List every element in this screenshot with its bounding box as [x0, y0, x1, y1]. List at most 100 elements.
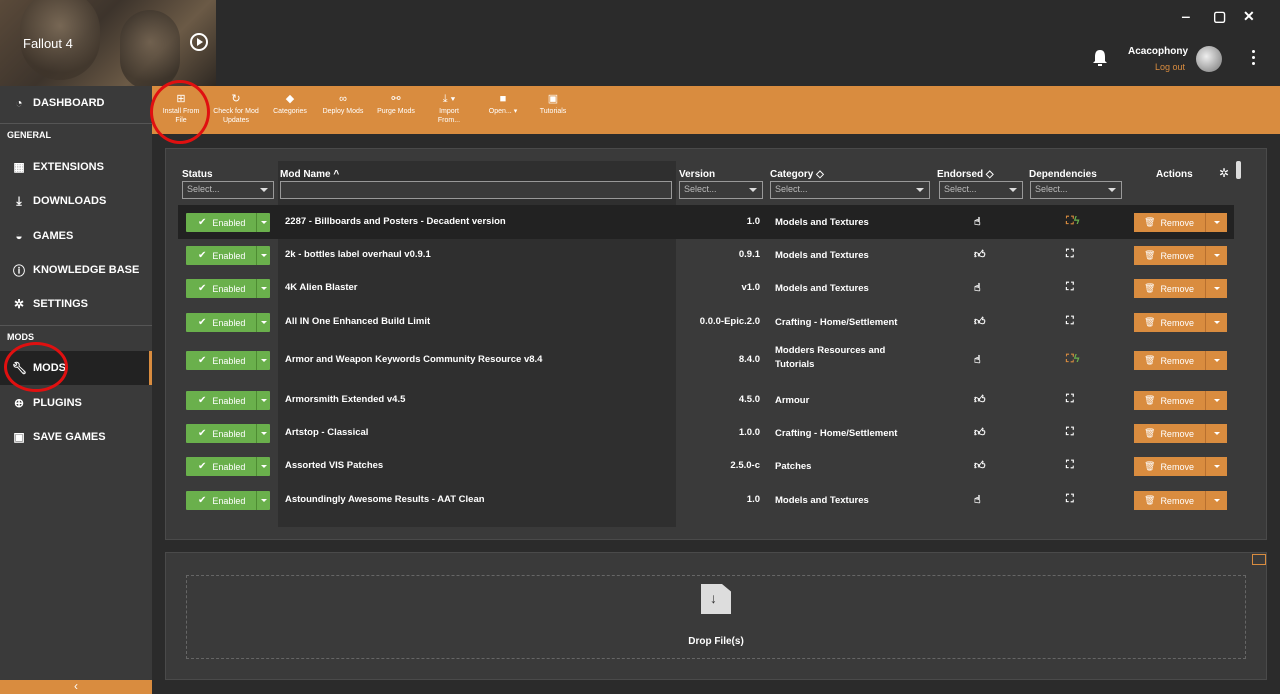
- table-scrollbar[interactable]: [1236, 161, 1241, 179]
- nav-extensions[interactable]: ▦ EXTENSIONS: [0, 150, 152, 184]
- status-toggle-button[interactable]: ✔ Enabled: [186, 213, 270, 232]
- thumbs-up-filled-icon[interactable]: 👍︎: [974, 459, 986, 472]
- dependencies-icon[interactable]: ⛶ϟ: [1066, 215, 1080, 228]
- chevron-down-icon[interactable]: [256, 351, 270, 370]
- dependencies-icon[interactable]: ⛶: [1066, 248, 1074, 261]
- chevron-down-icon[interactable]: [256, 313, 270, 332]
- chevron-down-icon[interactable]: [1205, 279, 1227, 298]
- table-row[interactable]: ✔ Enabled Assorted VIS Patches 2.5.0-c Patch…: [178, 449, 1234, 483]
- more-menu-icon[interactable]: [1252, 50, 1256, 68]
- chevron-down-icon[interactable]: [1205, 313, 1227, 332]
- chevron-down-icon[interactable]: [256, 457, 270, 476]
- collapse-sidebar-button[interactable]: ‹: [0, 680, 152, 694]
- logout-link[interactable]: Log out: [1155, 62, 1185, 72]
- nav-settings[interactable]: ✲ SETTINGS: [0, 287, 152, 321]
- chevron-down-icon[interactable]: [256, 213, 270, 232]
- dependencies-filter[interactable]: Select...: [1030, 181, 1122, 199]
- play-icon[interactable]: [190, 33, 208, 51]
- header-category[interactable]: Category ◇: [770, 169, 824, 180]
- check-updates-button[interactable]: ↻ Check for Mod Updates: [212, 92, 260, 125]
- thumbs-up-filled-icon[interactable]: 👍︎: [974, 426, 986, 439]
- chevron-down-icon[interactable]: [1205, 491, 1227, 510]
- nav-games[interactable]: ◒ GAMES: [0, 219, 152, 253]
- thumbs-up-outline-icon[interactable]: ☝︎: [974, 281, 981, 294]
- chevron-down-icon[interactable]: [256, 391, 270, 410]
- chevron-down-icon[interactable]: [1205, 351, 1227, 370]
- chevron-down-icon[interactable]: [256, 246, 270, 265]
- deploy-mods-button[interactable]: ∞ Deploy Mods: [318, 92, 368, 116]
- header-status[interactable]: Status: [182, 169, 213, 180]
- thumbs-up-filled-icon[interactable]: 👍︎: [974, 315, 986, 328]
- dependencies-icon[interactable]: ⛶: [1066, 426, 1074, 439]
- chevron-down-icon[interactable]: [256, 279, 270, 298]
- close-button[interactable]: ✕: [1243, 8, 1255, 25]
- thumbs-up-outline-icon[interactable]: ☝︎: [974, 353, 981, 366]
- table-row[interactable]: ✔ Enabled Artstop - Classical 1.0.0 Crafting…: [178, 416, 1234, 450]
- table-row[interactable]: ✔ Enabled 2k - bottles label overhaul v0.9…: [178, 238, 1234, 272]
- status-filter[interactable]: Select...: [182, 181, 274, 199]
- thumbs-up-outline-icon[interactable]: ☝︎: [974, 215, 981, 228]
- version-filter[interactable]: Select...: [679, 181, 763, 199]
- status-toggle-button[interactable]: ✔ Enabled: [186, 246, 270, 265]
- table-row[interactable]: ✔ Enabled All IN One Enhanced Build Limit 0…: [178, 305, 1234, 339]
- purge-mods-button[interactable]: ⚯ Purge Mods: [374, 92, 418, 116]
- categories-button[interactable]: ◆ Categories: [268, 92, 312, 116]
- status-toggle-button[interactable]: ✔ Enabled: [186, 351, 270, 370]
- remove-button[interactable]: 🗑︎ Remove: [1134, 313, 1227, 332]
- import-from-button[interactable]: ⤓ ▾ Import From...: [432, 92, 466, 125]
- table-settings-gear-icon[interactable]: ✲: [1219, 166, 1229, 180]
- remove-button[interactable]: 🗑︎ Remove: [1134, 424, 1227, 443]
- dependencies-icon[interactable]: ⛶: [1066, 493, 1074, 506]
- tutorials-button[interactable]: ▣ Tutorials: [536, 92, 570, 116]
- maximize-button[interactable]: ▢: [1213, 8, 1226, 25]
- bell-icon[interactable]: [1092, 49, 1108, 67]
- chevron-down-icon[interactable]: [1205, 213, 1227, 232]
- avatar[interactable]: [1196, 46, 1222, 72]
- remove-button[interactable]: 🗑︎ Remove: [1134, 391, 1227, 410]
- table-row[interactable]: ✔ Enabled Astoundingly Awesome Results - A…: [178, 483, 1234, 517]
- nav-knowledge-base[interactable]: ⓘ KNOWLEDGE BASE: [0, 253, 152, 287]
- remove-button[interactable]: 🗑︎ Remove: [1134, 457, 1227, 476]
- remove-button[interactable]: 🗑︎ Remove: [1134, 491, 1227, 510]
- chevron-down-icon[interactable]: [256, 424, 270, 443]
- endorsed-filter[interactable]: Select...: [939, 181, 1023, 199]
- remove-button[interactable]: 🗑︎ Remove: [1134, 279, 1227, 298]
- drop-zone[interactable]: Drop File(s): [186, 575, 1246, 659]
- category-filter[interactable]: Select...: [770, 181, 930, 199]
- table-row[interactable]: ✔ Enabled 2287 - Billboards and Posters - …: [178, 205, 1234, 239]
- header-dependencies[interactable]: Dependencies: [1029, 169, 1097, 180]
- nav-dashboard[interactable]: ◔ DASHBOARD: [0, 86, 152, 120]
- chevron-down-icon[interactable]: [1205, 424, 1227, 443]
- mod-name-filter-input[interactable]: [280, 181, 672, 199]
- status-toggle-button[interactable]: ✔ Enabled: [186, 424, 270, 443]
- dependencies-icon[interactable]: ⛶: [1066, 281, 1074, 294]
- header-version[interactable]: Version: [679, 169, 715, 180]
- status-toggle-button[interactable]: ✔ Enabled: [186, 457, 270, 476]
- header-endorsed[interactable]: Endorsed ◇: [937, 169, 994, 180]
- chevron-down-icon[interactable]: [1205, 246, 1227, 265]
- header-mod-name[interactable]: Mod Name ^: [280, 169, 339, 180]
- remove-button[interactable]: 🗑︎ Remove: [1134, 213, 1227, 232]
- chevron-down-icon[interactable]: [1205, 457, 1227, 476]
- table-row[interactable]: ✔ Enabled 4K Alien Blaster v1.0 Models and T…: [178, 271, 1234, 305]
- minimize-button[interactable]: ‒: [1182, 8, 1190, 24]
- dependencies-icon[interactable]: ⛶ϟ: [1066, 353, 1080, 366]
- dependencies-icon[interactable]: ⛶: [1066, 315, 1074, 328]
- remove-button[interactable]: 🗑︎ Remove: [1134, 351, 1227, 370]
- table-row[interactable]: ✔ Enabled Armorsmith Extended v4.5 4.5.0 Arm…: [178, 383, 1234, 417]
- nav-save-games[interactable]: ▣ SAVE GAMES: [0, 420, 152, 454]
- status-toggle-button[interactable]: ✔ Enabled: [186, 391, 270, 410]
- chevron-down-icon[interactable]: [256, 491, 270, 510]
- thumbs-up-outline-icon[interactable]: ☝︎: [974, 493, 981, 506]
- chevron-down-icon[interactable]: [1205, 391, 1227, 410]
- status-toggle-button[interactable]: ✔ Enabled: [186, 491, 270, 510]
- nav-plugins[interactable]: ⊕ PLUGINS: [0, 386, 152, 420]
- status-toggle-button[interactable]: ✔ Enabled: [186, 279, 270, 298]
- status-toggle-button[interactable]: ✔ Enabled: [186, 313, 270, 332]
- thumbs-up-filled-icon[interactable]: 👍︎: [974, 248, 986, 261]
- thumbs-up-filled-icon[interactable]: 👍︎: [974, 393, 986, 406]
- table-row[interactable]: ✔ Enabled Armor and Weapon Keywords Commun…: [178, 338, 1234, 382]
- dependencies-icon[interactable]: ⛶: [1066, 459, 1074, 472]
- dependencies-icon[interactable]: ⛶: [1066, 393, 1074, 406]
- collapse-panel-icon[interactable]: [1252, 554, 1266, 565]
